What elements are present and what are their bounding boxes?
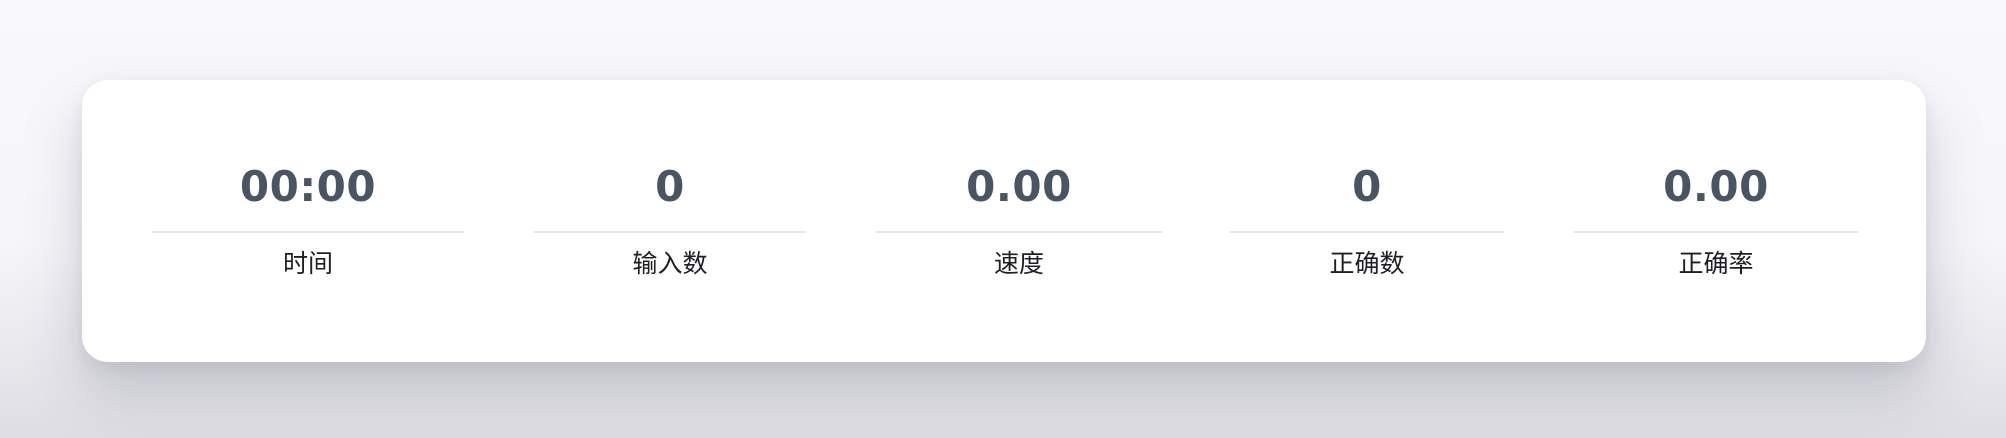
time-label: 时间	[282, 249, 333, 278]
stat-speed: 0.00 速度	[876, 80, 1162, 362]
accuracy-value: 0.00	[1663, 162, 1769, 211]
stat-correct-count: 0 正确数	[1230, 80, 1504, 362]
time-divider	[152, 231, 464, 233]
time-value: 00:00	[239, 162, 377, 211]
stat-time: 00:00 时间	[152, 80, 464, 362]
stat-accuracy: 0.00 正确率	[1574, 80, 1858, 362]
input-count-label: 输入数	[632, 249, 708, 278]
speed-label: 速度	[993, 249, 1044, 278]
correct-count-label: 正确数	[1329, 249, 1405, 278]
accuracy-divider	[1574, 231, 1858, 233]
input-count-divider	[534, 231, 806, 233]
speed-divider	[876, 231, 1162, 233]
correct-count-value: 0	[1352, 162, 1382, 211]
input-count-value: 0	[655, 162, 685, 211]
stats-card: 00:00 时间 0 输入数 0.00 速度 0 正确数 0.00 正确率	[82, 80, 1926, 362]
accuracy-label: 正确率	[1678, 249, 1754, 278]
speed-value: 0.00	[966, 162, 1072, 211]
correct-count-divider	[1230, 231, 1504, 233]
stat-input-count: 0 输入数	[534, 80, 806, 362]
page-background: 00:00 时间 0 输入数 0.00 速度 0 正确数 0.00 正确率	[0, 0, 2006, 438]
